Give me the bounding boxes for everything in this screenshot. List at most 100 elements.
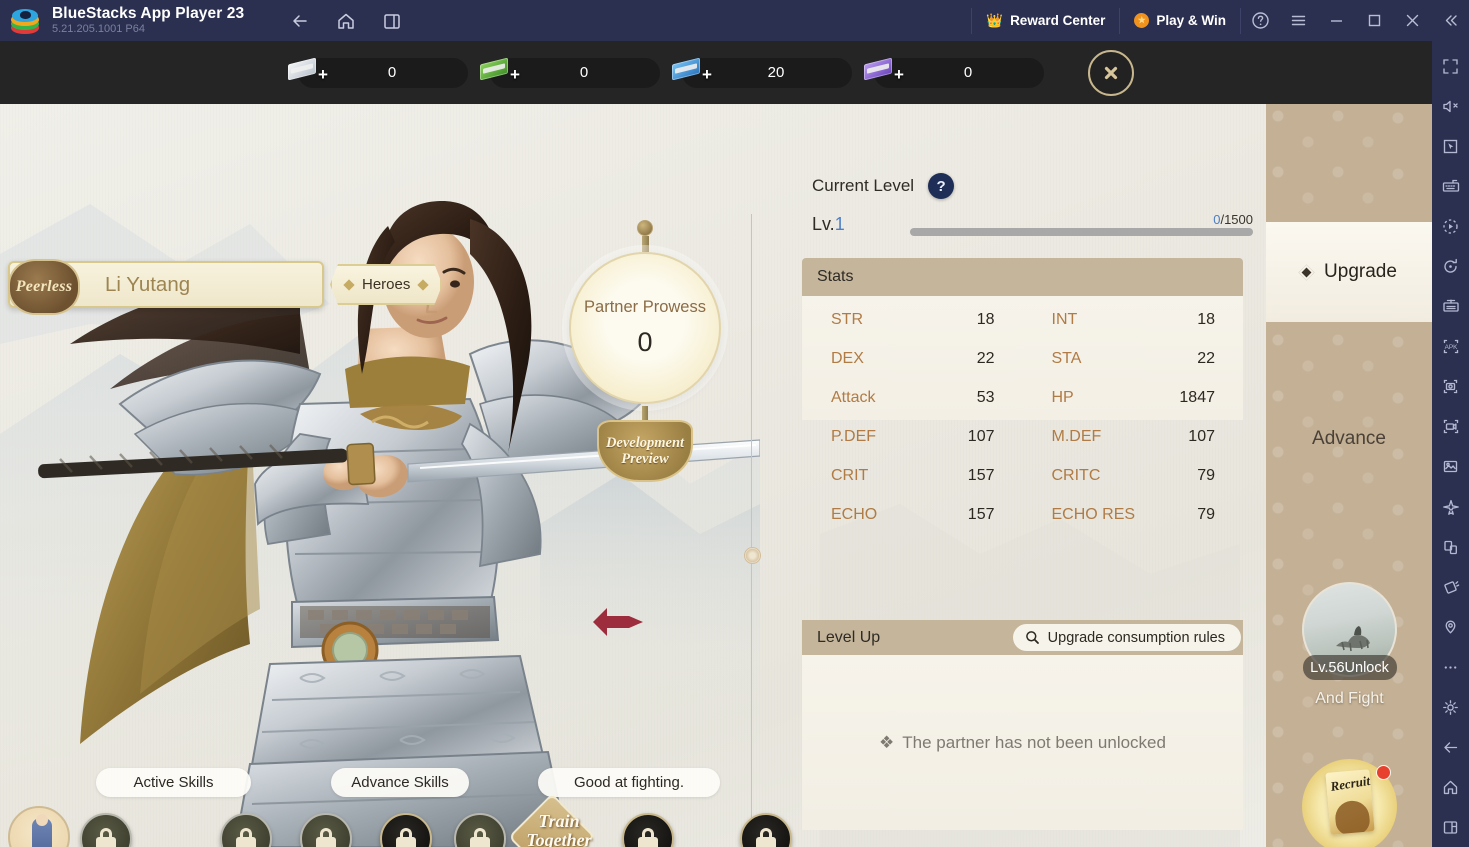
help-icon[interactable]: ? [928,173,955,199]
skill-slot-protector[interactable]: Protector [380,813,432,847]
and-fight-button[interactable]: Lv.56Unlock And Fight [1302,582,1397,708]
location-icon[interactable] [1432,608,1469,647]
reward-center-button[interactable]: 👑 Reward Center [972,0,1119,41]
macro-play-icon[interactable] [1432,207,1469,246]
skill-slot[interactable] [80,813,132,847]
record-video-icon[interactable] [1432,407,1469,446]
mute-icon[interactable] [1432,87,1469,126]
diamond-icon [1298,264,1315,280]
and-fight-label: And Fight [1315,690,1384,707]
media-manager-icon[interactable] [1432,447,1469,486]
level-prefix: Lv. [812,214,835,234]
install-apk-icon[interactable]: APK [1432,327,1469,366]
flower-icon: ❖ [879,732,895,752]
skill-icon [300,813,352,847]
medallion-stem [642,406,648,420]
eco-mode-icon[interactable] [1432,488,1469,527]
rotate-icon[interactable] [1432,247,1469,286]
nav-icon-group [288,9,404,33]
empty-state-message: ❖ The partner has not been unlocked [802,655,1243,830]
xp-progress-bar: 0/1500 [910,212,1253,236]
skill-slot-bounty[interactable]: Bounty [740,813,792,847]
keyboard-controls-icon[interactable] [1432,167,1469,206]
skill-slot-catch[interactable]: Catch [622,813,674,847]
stat-key: INT [1051,310,1078,328]
train-together-button[interactable]: Train Together [508,793,605,847]
scroll-white-icon [286,55,322,83]
android-recents-icon[interactable] [1432,808,1469,847]
sidebar-tab-label: Upgrade [1324,261,1397,282]
play-and-win-button[interactable]: ★ Play & Win [1120,0,1240,41]
titlebar-right-group: 👑 Reward Center ★ Play & Win [971,0,1469,41]
coin-icon: ★ [1134,13,1150,28]
sidebar-tab-advance[interactable]: Advance [1266,409,1432,469]
unlock-level-label: Lv.56Unlock [1310,659,1389,676]
play-and-win-label: Play & Win [1156,13,1226,28]
more-icon[interactable] [1432,648,1469,687]
sidebar-tab-upgrade[interactable]: Upgrade [1266,222,1432,322]
game-sidebar: Upgrade Advance Bond [1266,104,1432,847]
tachie-button[interactable]: Tachie [8,806,70,847]
active-skills-label: Active Skills [133,774,214,791]
android-back-icon[interactable] [1432,728,1469,767]
currency-item[interactable]: + 0 [864,57,1044,88]
stat-row: Attack 53 [802,378,1023,417]
current-level-row: Current Level ? [812,173,955,199]
silhouette-icon [1333,799,1371,835]
stat-row: M.DEF 107 [1023,417,1244,456]
instance-manager-icon[interactable] [380,9,404,33]
screenshot-icon[interactable] [1432,367,1469,406]
heroes-tab-button[interactable]: Heroes [330,264,442,305]
development-preview-line2: Preview [621,451,669,467]
stat-row: DEX 22 [802,339,1023,378]
currency-item[interactable]: + 0 [480,57,660,88]
shake-icon[interactable] [1432,568,1469,607]
currency-item[interactable]: + 0 [288,57,468,88]
multi-instance-icon[interactable] [1432,287,1469,326]
fullscreen-icon[interactable] [1432,47,1469,86]
maximize-button[interactable] [1355,0,1393,41]
skill-icon [80,813,132,847]
pointer-icon[interactable] [1432,127,1469,166]
android-home-icon[interactable] [1432,768,1469,807]
vertical-divider [751,214,752,847]
plus-icon[interactable]: + [894,66,904,83]
stat-value: 107 [967,427,995,445]
recruit-button[interactable]: Recruit Recruit [1302,759,1397,847]
active-skills-pill[interactable]: Active Skills [96,768,251,797]
upgrade-consumption-rules-button[interactable]: Upgrade consumption rules [1012,624,1241,651]
prowess-circle: Partner Prowess 0 [569,252,721,404]
plus-icon[interactable]: + [318,66,328,83]
currency-item[interactable]: + 20 [672,57,852,88]
skill-icon [622,813,674,847]
titlebar: BlueStacks App Player 23 5.21.205.1001 P… [0,0,1469,41]
close-panel-button[interactable] [1088,49,1134,96]
arrow-marker-icon [593,608,643,636]
back-icon[interactable] [288,9,312,33]
rarity-label: Peerless [15,278,73,295]
multi-window-icon[interactable] [1432,528,1469,567]
collapse-icon[interactable] [1431,0,1469,41]
stat-key: M.DEF [1051,427,1102,445]
game-viewport: + 0 + 0 + 20 + 0 Peerless Li Yutang Hero… [0,41,1432,847]
trait-pill[interactable]: Good at fighting. [538,768,720,797]
help-icon[interactable] [1241,0,1279,41]
stat-row: P.DEF 107 [802,417,1023,456]
plus-icon[interactable]: + [702,66,712,83]
settings-icon[interactable] [1432,688,1469,727]
home-icon[interactable] [334,9,358,33]
close-button[interactable] [1393,0,1431,41]
app-version: 5.21.205.1001 P64 [52,23,145,36]
level-up-header: Level Up Upgrade consumption rules [802,620,1243,655]
minimize-button[interactable] [1317,0,1355,41]
stat-key: P.DEF [831,427,877,445]
development-preview-button[interactable]: Development Preview [597,420,693,482]
stat-value: 107 [1188,427,1215,445]
skill-slot[interactable] [300,813,352,847]
plus-icon[interactable]: + [510,66,520,83]
menu-icon[interactable] [1279,0,1317,41]
skill-slot[interactable] [220,813,272,847]
recruit-thumbnail: Recruit [1302,759,1397,847]
skill-slot-combined-attack[interactable]: Combined Attack [454,813,506,847]
advance-skills-pill[interactable]: Advance Skills [331,768,469,797]
